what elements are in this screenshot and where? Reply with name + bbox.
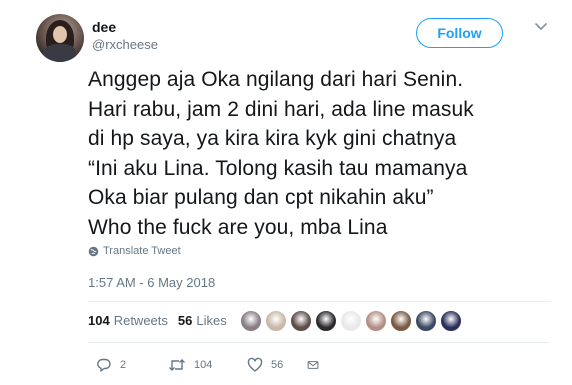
liker-avatar[interactable] bbox=[315, 310, 337, 332]
tweet-line: Anggep aja Oka ngilang dari hari Senin. bbox=[88, 68, 464, 91]
likes-count: 56 bbox=[177, 313, 193, 328]
like-count: 56 bbox=[271, 359, 284, 371]
liker-avatar[interactable] bbox=[340, 310, 362, 332]
tweet-line: Oka biar pulang dan cpt nikahin aku” bbox=[88, 186, 434, 209]
reply-button[interactable]: 2 bbox=[96, 357, 168, 373]
translate-tweet-link[interactable]: Translate Tweet bbox=[88, 245, 181, 257]
tweet-stats: 104 Retweets 56 Likes bbox=[88, 313, 237, 328]
liker-avatar[interactable] bbox=[440, 310, 462, 332]
tweet-actions: 2 104 56 bbox=[96, 357, 327, 373]
envelope-icon bbox=[307, 361, 319, 369]
liker-avatar[interactable] bbox=[415, 310, 437, 332]
tweet-line: di hp saya, ya kira kira kyk gini chatny… bbox=[88, 127, 457, 150]
reply-count: 2 bbox=[120, 359, 127, 371]
globe-icon bbox=[88, 246, 99, 256]
tweet-card: dee @rxcheese Follow Anggep aja Oka ngil… bbox=[0, 0, 572, 385]
tweet-text: Anggep aja Oka ngilang dari hari Senin. … bbox=[88, 65, 568, 242]
retweet-icon bbox=[169, 359, 185, 371]
retweets-label: Retweets bbox=[113, 313, 168, 328]
likers-avatars bbox=[240, 310, 465, 332]
display-name[interactable]: dee bbox=[92, 18, 158, 36]
direct-message-button[interactable] bbox=[307, 357, 327, 373]
liker-avatar[interactable] bbox=[290, 310, 312, 332]
avatar[interactable] bbox=[36, 14, 84, 62]
follow-button[interactable]: Follow bbox=[416, 18, 503, 48]
liker-avatar[interactable] bbox=[365, 310, 387, 332]
tweet-line: “Ini aku Lina. Tolong kasih tau mamanya bbox=[88, 156, 468, 180]
divider bbox=[88, 301, 550, 302]
retweets-stat[interactable]: 104 Retweets bbox=[88, 313, 168, 328]
retweet-button[interactable]: 104 bbox=[168, 357, 247, 373]
divider bbox=[88, 342, 550, 343]
heart-icon bbox=[247, 357, 263, 372]
likes-label: Likes bbox=[196, 313, 227, 328]
liker-avatar[interactable] bbox=[390, 310, 412, 332]
liker-avatar[interactable] bbox=[265, 310, 287, 332]
tweet-line: Hari rabu, jam 2 dini hari, ada line mas… bbox=[88, 97, 474, 121]
user-names[interactable]: dee @rxcheese bbox=[92, 18, 158, 54]
likes-stat[interactable]: 56 Likes bbox=[178, 313, 227, 328]
retweets-count: 104 bbox=[88, 313, 110, 328]
liker-avatar[interactable] bbox=[240, 310, 262, 332]
tweet-timestamp[interactable]: 1:57 AM - 6 May 2018 bbox=[88, 275, 215, 290]
user-handle[interactable]: @rxcheese bbox=[92, 36, 158, 54]
chevron-down-icon[interactable] bbox=[534, 19, 548, 33]
translate-label[interactable]: Translate Tweet bbox=[103, 245, 181, 257]
like-button[interactable]: 56 bbox=[247, 357, 307, 373]
retweet-count: 104 bbox=[194, 359, 213, 371]
reply-icon bbox=[97, 358, 111, 372]
tweet-line: Who the fuck are you, mba Lina bbox=[88, 215, 388, 239]
